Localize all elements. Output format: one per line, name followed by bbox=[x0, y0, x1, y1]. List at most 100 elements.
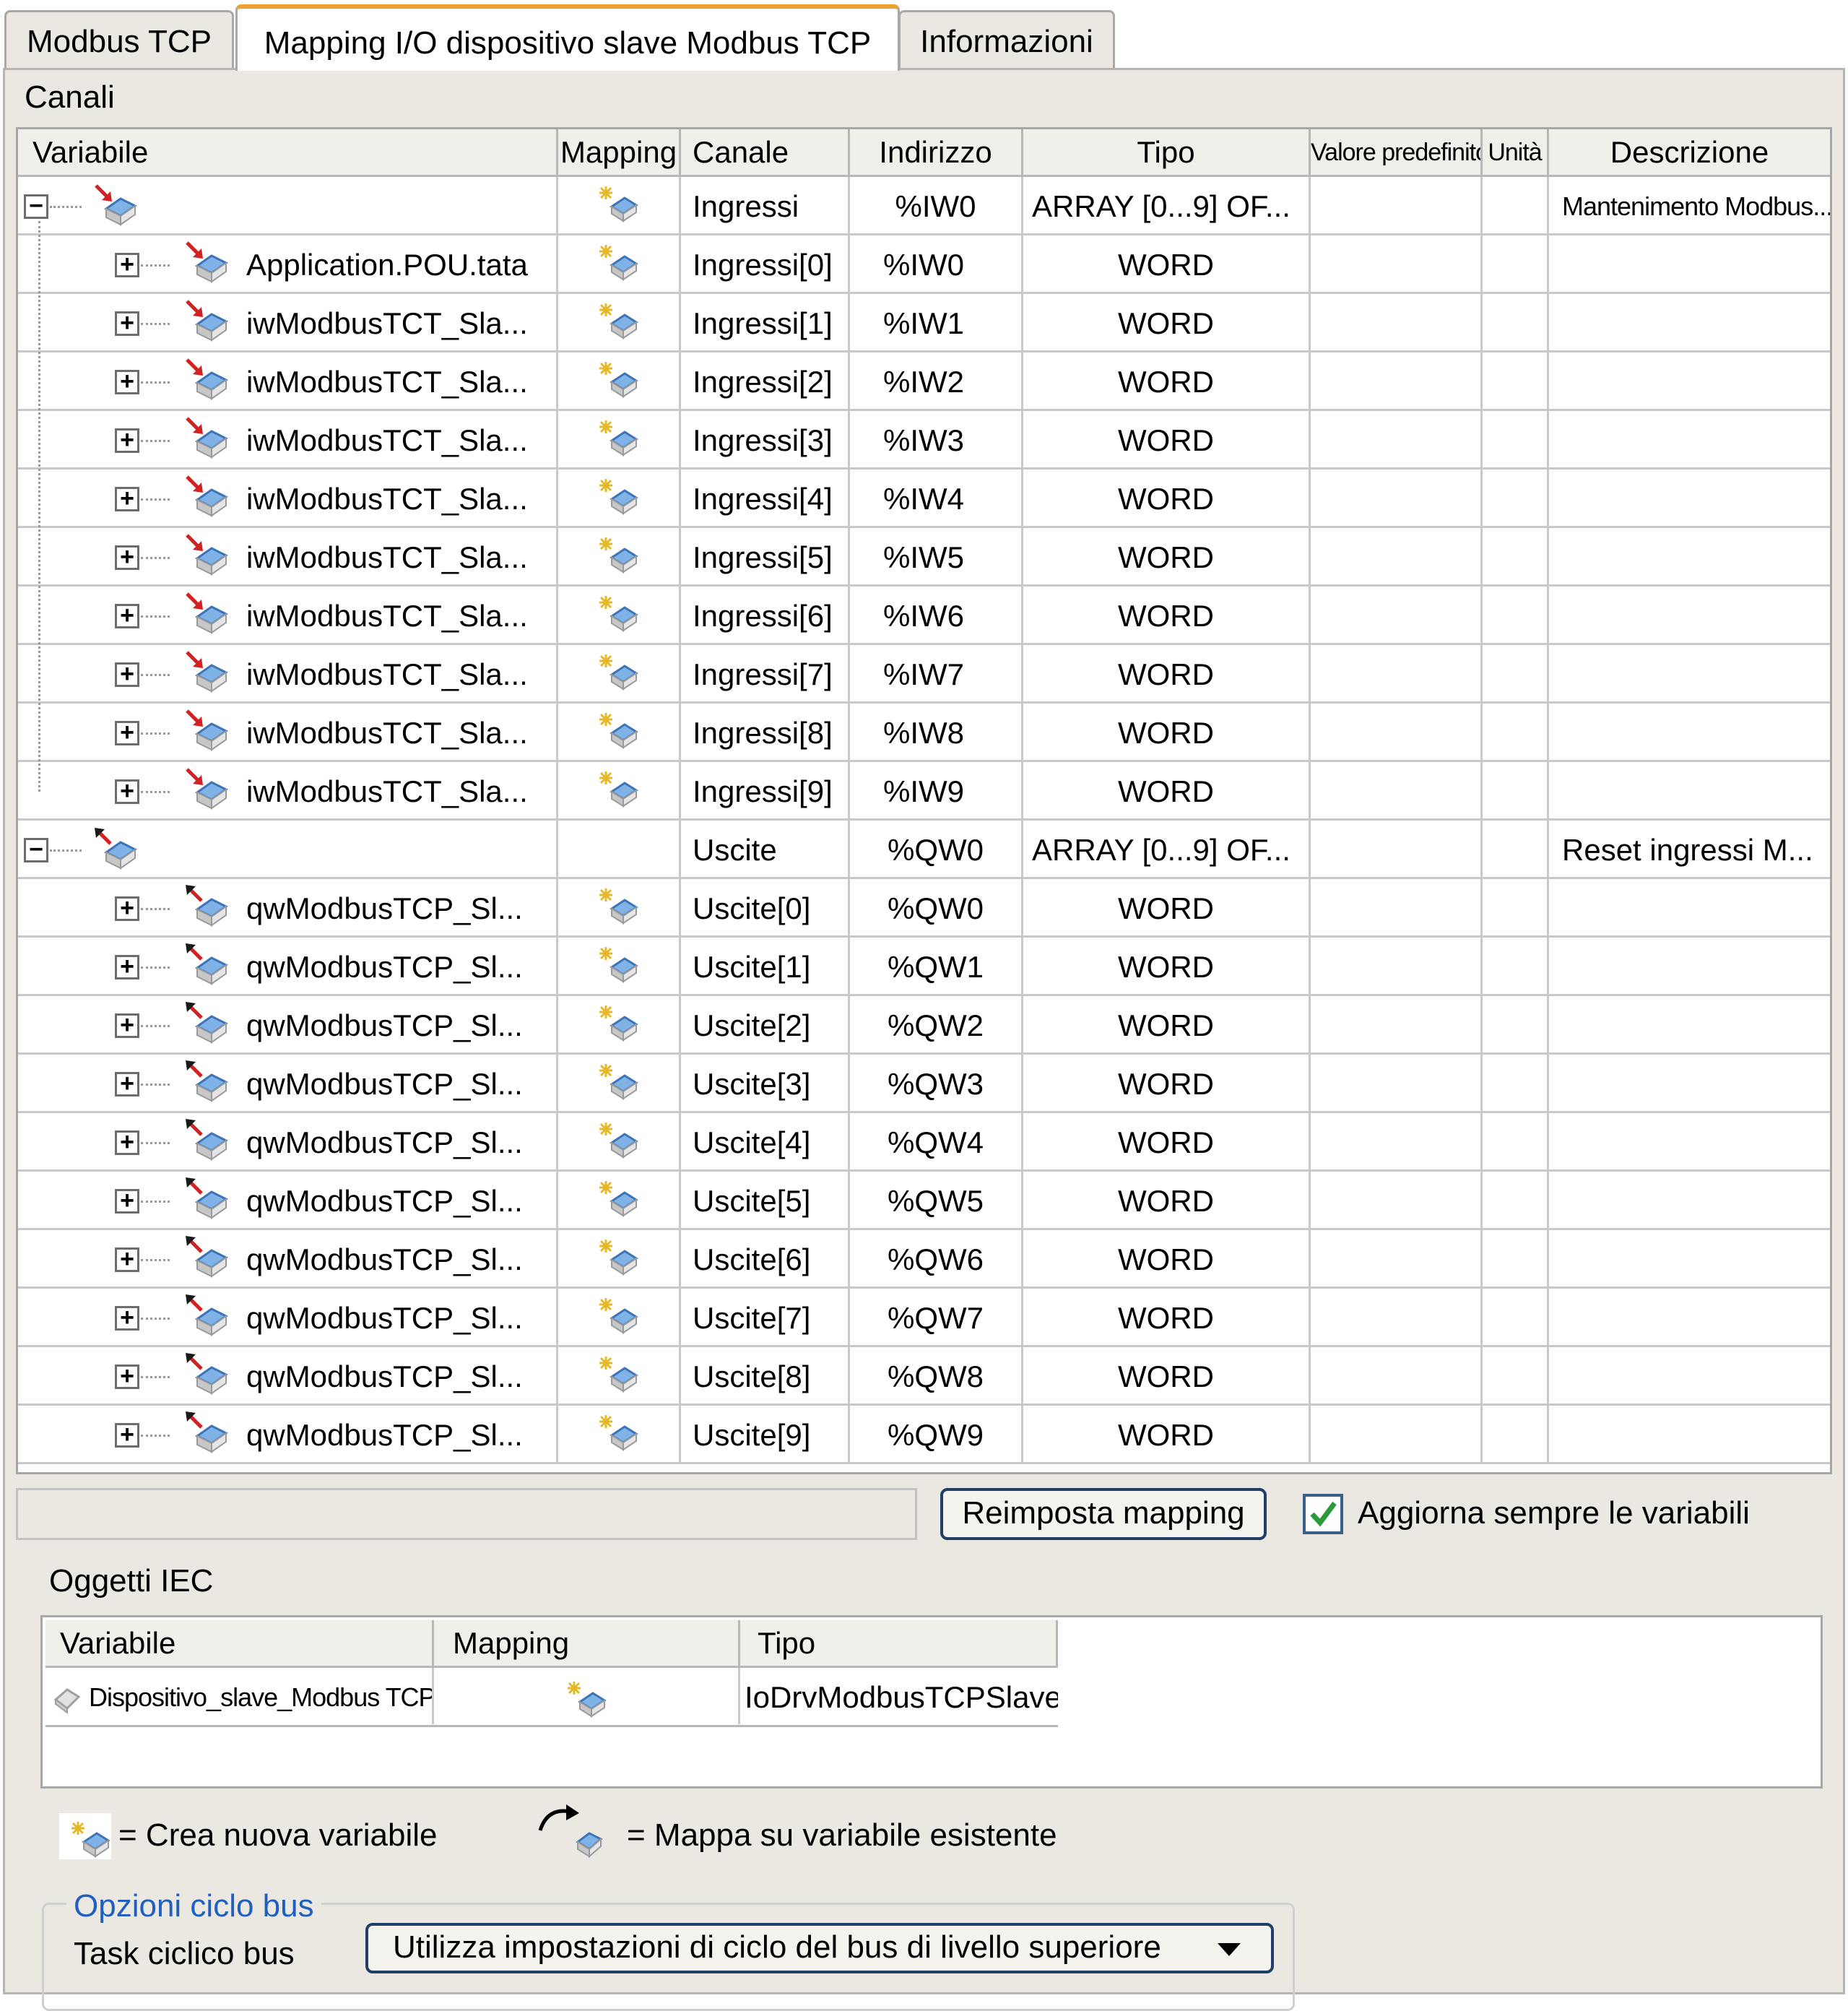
tab-informazioni[interactable]: Informazioni bbox=[898, 10, 1115, 69]
expand-icon[interactable]: + bbox=[115, 662, 139, 687]
variable-value[interactable]: qwModbusTCP_Sl... bbox=[246, 1230, 523, 1286]
variable-value[interactable]: iwModbusTCT_Sla... bbox=[246, 353, 528, 409]
table-row[interactable]: + qwModbusTCP_Sl... Uscite[0] %QW0 WORD bbox=[18, 879, 1830, 938]
default-value-cell[interactable] bbox=[1311, 938, 1483, 994]
expand-icon[interactable]: + bbox=[115, 1130, 139, 1155]
mapping-cell[interactable] bbox=[558, 235, 681, 292]
expand-icon[interactable]: + bbox=[115, 1188, 139, 1214]
table-row[interactable]: + qwModbusTCP_Sl... Uscite[6] %QW6 WORD bbox=[18, 1230, 1830, 1289]
mapping-cell[interactable] bbox=[558, 353, 681, 409]
default-value-cell[interactable] bbox=[1311, 879, 1483, 935]
default-value-cell[interactable] bbox=[1311, 645, 1483, 701]
expand-icon[interactable]: + bbox=[115, 252, 139, 277]
mapping-cell[interactable] bbox=[558, 177, 681, 233]
expand-icon[interactable]: + bbox=[115, 1422, 139, 1448]
expand-icon[interactable]: + bbox=[115, 720, 139, 745]
tab-modbus-tcp[interactable]: Modbus TCP bbox=[4, 10, 234, 69]
mapping-cell[interactable] bbox=[558, 1406, 681, 1462]
variable-value[interactable]: qwModbusTCP_Sl... bbox=[246, 996, 523, 1052]
table-row[interactable]: + qwModbusTCP_Sl... Uscite[3] %QW3 WORD bbox=[18, 1055, 1830, 1113]
variable-value[interactable]: qwModbusTCP_Sl... bbox=[246, 1113, 523, 1169]
reset-mapping-button[interactable]: Reimposta mapping bbox=[940, 1488, 1267, 1540]
default-value-cell[interactable] bbox=[1311, 704, 1483, 760]
default-value-cell[interactable] bbox=[1311, 1113, 1483, 1169]
mapping-cell[interactable] bbox=[558, 1172, 681, 1228]
variable-value[interactable]: qwModbusTCP_Sl... bbox=[246, 1347, 523, 1404]
expand-icon[interactable]: + bbox=[115, 545, 139, 570]
mapping-cell[interactable] bbox=[558, 1055, 681, 1111]
table-row[interactable]: + iwModbusTCT_Sla... Ingressi[8] %IW8 WORD bbox=[18, 704, 1830, 762]
mapping-cell[interactable] bbox=[558, 587, 681, 643]
table-row[interactable]: + qwModbusTCP_Sl... Uscite[1] %QW1 WORD bbox=[18, 938, 1830, 996]
default-value-cell[interactable] bbox=[1311, 1406, 1483, 1462]
table-row[interactable]: + qwModbusTCP_Sl... Uscite[8] %QW8 WORD bbox=[18, 1347, 1830, 1406]
col-header-variabile[interactable]: Variabile bbox=[18, 129, 558, 177]
variable-value[interactable]: qwModbusTCP_Sl... bbox=[246, 938, 523, 994]
col-header-unita[interactable]: Unità bbox=[1483, 129, 1549, 177]
variable-value[interactable]: iwModbusTCT_Sla... bbox=[246, 587, 528, 643]
variable-value[interactable]: qwModbusTCP_Sl... bbox=[246, 879, 523, 935]
variable-value[interactable]: iwModbusTCT_Sla... bbox=[246, 528, 528, 584]
channel-group-row[interactable]: − Ingressi %IW0 ARRAY [0...9] OF... Mantenim… bbox=[18, 177, 1830, 235]
default-value-cell[interactable] bbox=[1311, 411, 1483, 467]
expand-icon[interactable]: + bbox=[115, 369, 139, 394]
filter-field[interactable] bbox=[16, 1488, 917, 1540]
mapping-cell[interactable] bbox=[558, 762, 681, 818]
expand-icon[interactable]: + bbox=[115, 1305, 139, 1331]
mapping-cell[interactable] bbox=[558, 294, 681, 350]
expand-icon[interactable]: + bbox=[115, 428, 139, 453]
tab-io-mapping[interactable]: Mapping I/O dispositivo slave Modbus TCP bbox=[235, 4, 900, 71]
channel-group-row[interactable]: − Uscite %QW0 ARRAY [0...9] OF... Reset ingr… bbox=[18, 821, 1830, 879]
mapping-cell[interactable] bbox=[558, 1289, 681, 1345]
expand-icon[interactable]: + bbox=[115, 779, 139, 804]
default-value-cell[interactable] bbox=[1311, 235, 1483, 292]
table-row[interactable]: + qwModbusTCP_Sl... Uscite[9] %QW9 WORD bbox=[18, 1406, 1830, 1464]
table-row[interactable]: + iwModbusTCT_Sla... Ingressi[4] %IW4 WORD bbox=[18, 470, 1830, 528]
table-row[interactable]: + Application.POU.tata Ingressi[0] %IW0 WORD bbox=[18, 235, 1830, 294]
default-value-cell[interactable] bbox=[1311, 528, 1483, 584]
table-row[interactable]: + iwModbusTCT_Sla... Ingressi[5] %IW5 WORD bbox=[18, 528, 1830, 587]
default-value-cell[interactable] bbox=[1311, 587, 1483, 643]
mapping-cell[interactable] bbox=[558, 1230, 681, 1286]
variable-value[interactable]: iwModbusTCT_Sla... bbox=[246, 294, 528, 350]
default-value-cell[interactable] bbox=[1311, 294, 1483, 350]
col-header-indirizzo[interactable]: Indirizzo bbox=[850, 129, 1023, 177]
col-header-mapping[interactable]: Mapping bbox=[558, 129, 681, 177]
table-row[interactable]: + qwModbusTCP_Sl... Uscite[5] %QW5 WORD bbox=[18, 1172, 1830, 1230]
mapping-cell[interactable] bbox=[558, 1347, 681, 1404]
default-value-cell[interactable] bbox=[1311, 1230, 1483, 1286]
mapping-cell[interactable] bbox=[558, 1113, 681, 1169]
collapse-icon[interactable]: − bbox=[24, 837, 48, 862]
expand-icon[interactable]: + bbox=[115, 1013, 139, 1038]
variable-value[interactable]: qwModbusTCP_Sl... bbox=[246, 1406, 523, 1462]
mapping-cell[interactable] bbox=[558, 704, 681, 760]
default-value-cell[interactable] bbox=[1311, 1172, 1483, 1228]
table-row[interactable]: + iwModbusTCT_Sla... Ingressi[2] %IW2 WORD bbox=[18, 353, 1830, 411]
mapping-cell[interactable] bbox=[558, 879, 681, 935]
default-value-cell[interactable] bbox=[1311, 177, 1483, 233]
variable-value[interactable]: qwModbusTCP_Sl... bbox=[246, 1289, 523, 1345]
expand-icon[interactable]: + bbox=[115, 1364, 139, 1389]
expand-icon[interactable]: + bbox=[115, 486, 139, 511]
mapping-cell[interactable] bbox=[558, 996, 681, 1052]
table-row[interactable]: + iwModbusTCT_Sla... Ingressi[7] %IW7 WORD bbox=[18, 645, 1830, 704]
col-header-valore-predefinito[interactable]: Valore predefinito bbox=[1311, 129, 1483, 177]
variable-value[interactable]: Application.POU.tata bbox=[246, 235, 528, 292]
default-value-cell[interactable] bbox=[1311, 762, 1483, 818]
table-row[interactable]: + iwModbusTCT_Sla... Ingressi[1] %IW1 WORD bbox=[18, 294, 1830, 353]
iec-table-row[interactable]: Dispositivo_slave_Modbus TCP IoDrvModbus… bbox=[45, 1668, 1058, 1727]
variable-value[interactable]: qwModbusTCP_Sl... bbox=[246, 1172, 523, 1228]
variable-value[interactable]: iwModbusTCT_Sla... bbox=[246, 645, 528, 701]
default-value-cell[interactable] bbox=[1311, 470, 1483, 526]
table-row[interactable]: + qwModbusTCP_Sl... Uscite[2] %QW2 WORD bbox=[18, 996, 1830, 1055]
always-update-checkbox[interactable] bbox=[1303, 1494, 1343, 1534]
default-value-cell[interactable] bbox=[1311, 1289, 1483, 1345]
variable-value[interactable]: iwModbusTCT_Sla... bbox=[246, 762, 528, 818]
variable-value[interactable]: iwModbusTCT_Sla... bbox=[246, 411, 528, 467]
table-row[interactable]: + iwModbusTCT_Sla... Ingressi[3] %IW3 WORD bbox=[18, 411, 1830, 470]
default-value-cell[interactable] bbox=[1311, 353, 1483, 409]
iec-mapping-cell[interactable] bbox=[434, 1668, 740, 1724]
mapping-cell[interactable] bbox=[558, 528, 681, 584]
mapping-cell[interactable] bbox=[558, 470, 681, 526]
expand-icon[interactable]: + bbox=[115, 1247, 139, 1272]
